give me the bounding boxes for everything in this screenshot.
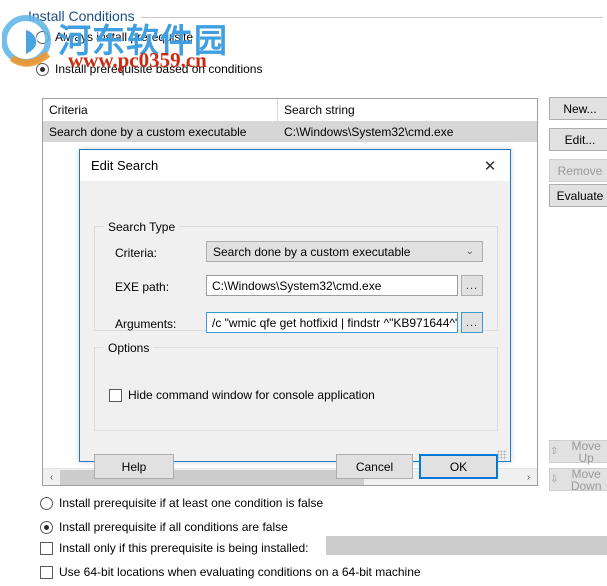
arguments-label: Arguments: (115, 317, 177, 331)
criteria-label: Criteria: (115, 246, 158, 260)
page-heading: Install Conditions (28, 8, 603, 24)
page-title: Install Conditions (28, 8, 135, 24)
option-always-install[interactable]: Always install prerequisite (36, 30, 193, 44)
arguments-browse-button[interactable]: ... (461, 312, 483, 333)
arrow-down-icon: ⇩ (550, 473, 559, 485)
checkbox-hide-command-window[interactable] (109, 388, 122, 402)
app-window: Install Conditions Always install prereq… (0, 0, 607, 586)
exe-path-label: EXE path: (115, 280, 170, 294)
prerequisite-select (326, 536, 607, 555)
evaluate-button[interactable]: Evaluate (549, 184, 607, 207)
cancel-button[interactable]: Cancel (336, 454, 413, 479)
column-header-search-string[interactable]: Search string (278, 99, 537, 121)
exe-path-browse-button[interactable]: ... (461, 275, 483, 296)
exe-path-value: C:\Windows\System32\cmd.exe (212, 278, 382, 293)
chevron-down-icon: ⌄ (465, 246, 474, 257)
cell-criteria: Search done by a custom executable (49, 125, 247, 139)
option-label: Always install prerequisite (55, 30, 194, 44)
arguments-value-after-caret: KB971644^"" (393, 315, 458, 330)
option-label: Hide command window for console applicat… (128, 388, 375, 402)
scroll-left-icon[interactable]: ‹ (43, 469, 60, 486)
option-label: Install only if this prerequisite is bei… (59, 541, 309, 555)
ok-button[interactable]: OK (419, 454, 498, 479)
move-down-button: ⇩ Move Down (549, 466, 607, 493)
option-at-least-one-false[interactable]: Install prerequisite if at least one con… (40, 496, 323, 510)
dialog-title-bar[interactable]: Edit Search ✕ (80, 150, 510, 181)
option-hide-command-window[interactable]: Hide command window for console applicat… (109, 388, 375, 402)
option-label: Install prerequisite if all conditions a… (59, 520, 288, 534)
dialog-title: Edit Search (91, 158, 159, 173)
cell-search-string: C:\Windows\System32\cmd.exe (284, 125, 454, 139)
help-button[interactable]: Help (94, 454, 174, 479)
radio-at-least-one-false[interactable] (40, 496, 53, 510)
dialog-body: Search Type Criteria: Search done by a c… (80, 181, 510, 479)
option-label: Install prerequisite if at least one con… (59, 496, 324, 510)
resize-grip-icon[interactable] (497, 450, 507, 460)
edit-button[interactable]: Edit... (549, 128, 607, 151)
arguments-value-before-caret: /c "wmic qfe get hotfixid | findstr ^" (212, 315, 394, 330)
edit-search-dialog: Edit Search ✕ Search Type Criteria: Sear… (79, 149, 511, 479)
radio-all-conditions-false[interactable] (40, 520, 53, 534)
close-icon[interactable]: ✕ (470, 151, 510, 181)
option-all-conditions-false[interactable]: Install prerequisite if all conditions a… (40, 520, 288, 534)
criteria-value: Search done by a custom executable (213, 244, 411, 259)
exe-path-input[interactable]: C:\Windows\System32\cmd.exe (206, 275, 458, 296)
scroll-right-icon[interactable]: › (520, 469, 537, 486)
heading-divider (140, 17, 603, 18)
criteria-dropdown[interactable]: Search done by a custom executable ⌄ (206, 241, 483, 262)
list-header: Criteria Search string (43, 99, 537, 122)
option-label: Install prerequisite based on conditions (55, 62, 263, 76)
arrow-up-icon: ⇧ (550, 445, 559, 457)
column-header-criteria[interactable]: Criteria (43, 99, 278, 121)
move-up-button: ⇧ Move Up (549, 438, 607, 465)
checkbox-use-64bit-locations[interactable] (40, 565, 53, 579)
search-type-legend: Search Type (104, 220, 180, 234)
move-up-label: Move Up (571, 438, 601, 465)
checkbox-install-only-if-prereq[interactable] (40, 541, 53, 555)
option-label: Use 64-bit locations when evaluating con… (59, 565, 421, 579)
move-down-label: Move Down (570, 466, 602, 493)
remove-button: Remove (549, 159, 607, 182)
option-install-only-if-prereq[interactable]: Install only if this prerequisite is bei… (40, 541, 308, 555)
option-use-64bit-locations[interactable]: Use 64-bit locations when evaluating con… (40, 565, 421, 579)
radio-always-install[interactable] (36, 30, 49, 44)
table-row[interactable]: Search done by a custom executable C:\Wi… (43, 122, 537, 142)
option-install-based-on-conditions[interactable]: Install prerequisite based on conditions (36, 62, 262, 76)
options-legend: Options (104, 341, 154, 355)
radio-install-based-on-conditions[interactable] (36, 62, 49, 76)
new-button[interactable]: New... (549, 97, 607, 120)
arguments-input[interactable]: /c "wmic qfe get hotfixid | findstr ^" KB… (206, 312, 458, 333)
